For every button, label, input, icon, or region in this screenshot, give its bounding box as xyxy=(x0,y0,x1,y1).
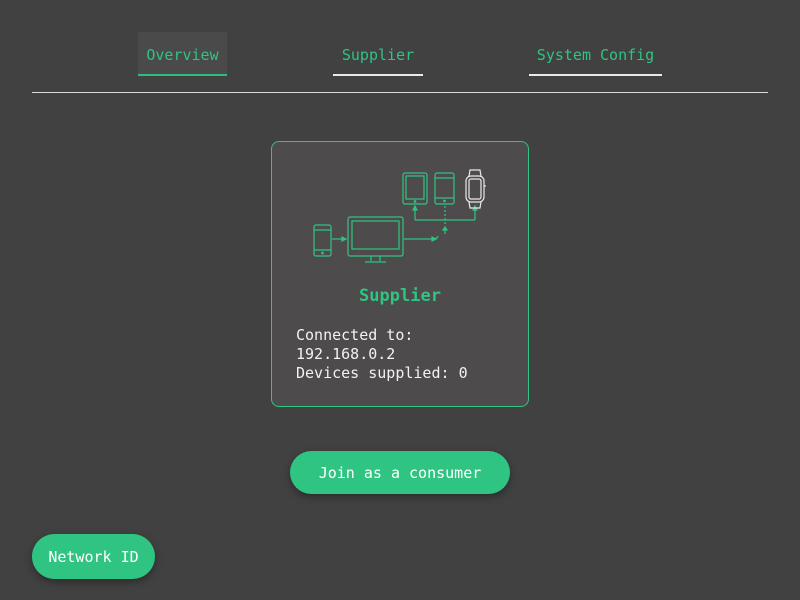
tab-overview[interactable]: Overview xyxy=(138,32,227,76)
tab-bar: Overview Supplier System Config xyxy=(0,0,800,93)
card-title: Supplier xyxy=(359,286,441,306)
connected-label: Connected to: xyxy=(296,326,414,344)
phone-icon xyxy=(313,224,332,257)
tablet-icon xyxy=(402,172,428,205)
tabs-divider xyxy=(32,92,768,93)
tab-supplier[interactable]: Supplier xyxy=(333,32,423,76)
phone-icon xyxy=(434,172,455,205)
ip-address: 192.168.0.2 xyxy=(296,345,396,363)
join-consumer-button[interactable]: Join as a consumer xyxy=(290,451,510,494)
card-info: Connected to: 192.168.0.2 Devices suppli… xyxy=(296,326,468,383)
monitor-icon xyxy=(347,216,404,263)
tab-system-config[interactable]: System Config xyxy=(529,32,662,76)
devices-label: Devices supplied: xyxy=(296,364,450,382)
devices-count: 0 xyxy=(458,364,468,382)
supplier-card: Supplier Connected to: 192.168.0.2 Devic… xyxy=(271,141,529,407)
network-id-button[interactable]: Network ID xyxy=(32,534,155,579)
supplier-illustration xyxy=(313,169,486,263)
smartwatch-icon xyxy=(465,169,486,209)
